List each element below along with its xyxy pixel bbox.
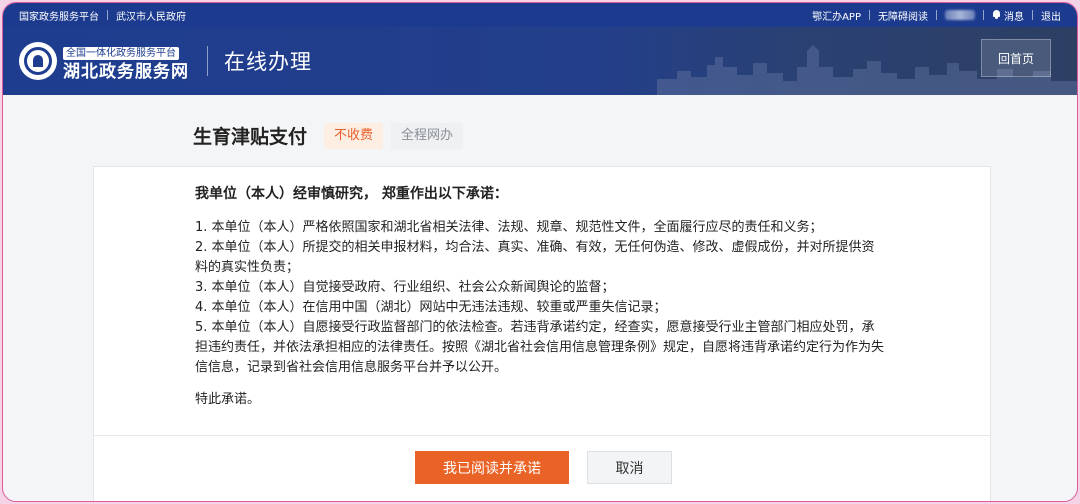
no-fee-badge: 不收费 <box>324 122 384 149</box>
card-divider <box>94 435 990 436</box>
fully-online-badge: 全程网办 <box>391 122 464 149</box>
header-divider <box>207 46 208 76</box>
messages-link[interactable]: 消息 <box>992 8 1024 23</box>
main-content: 生育津贴支付 不收费 全程网办 我单位（本人）经审慎研究， 郑重作出以下承诺： … <box>3 95 1077 501</box>
divider <box>1032 10 1033 20</box>
pledge-item: 1. 本单位（本人）严格依照国家和湖北省相关法律、法规、规章、规范性文件，全面履… <box>195 220 823 235</box>
pledge-item: 3. 本单位（本人）自觉接受政府、行业组织、社会公众新闻舆论的监督； <box>195 280 615 295</box>
pledge-item: 2. 本单位（本人）所提交的相关申报材料，均合法、真实、准确、有效，无任何伪造、… <box>195 240 875 275</box>
page-title: 生育津贴支付 <box>193 126 308 148</box>
divider <box>936 10 937 20</box>
cancel-button[interactable]: 取消 <box>587 451 672 484</box>
section-title: 在线办理 <box>224 50 312 74</box>
pledge-item: 4. 本单位（本人）在信用中国（湖北）网站中无违法违规、较重或严重失信记录； <box>195 300 667 315</box>
divider <box>983 10 984 20</box>
browser-frame: 国家政务服务平台 武汉市人民政府 鄂汇办APP 无障碍阅读 消息 退出 全国一体… <box>2 2 1078 502</box>
home-button[interactable]: 回首页 <box>981 39 1051 77</box>
site-header: 全国一体化政务服务平台 湖北政务服务网 在线办理 回首页 <box>3 27 1077 95</box>
pledge-body: 我单位（本人）经审慎研究， 郑重作出以下承诺： 1. 本单位（本人）严格依照国家… <box>94 167 990 407</box>
pledge-closing: 特此承诺。 <box>195 392 261 407</box>
hubei-gov-logo[interactable] <box>19 42 57 80</box>
agree-button[interactable]: 我已阅读并承诺 <box>415 451 569 484</box>
pledge-card: 我单位（本人）经审慎研究， 郑重作出以下承诺： 1. 本单位（本人）严格依照国家… <box>93 166 991 501</box>
pledge-heading: 我单位（本人）经审慎研究， 郑重作出以下承诺： <box>195 186 508 202</box>
service-title-row: 生育津贴支付 不收费 全程网办 <box>193 122 471 149</box>
platform-tag: 全国一体化政务服务平台 <box>63 46 179 60</box>
site-name: 湖北政务服务网 <box>63 61 189 82</box>
top-bar: 国家政务服务平台 武汉市人民政府 鄂汇办APP 无障碍阅读 消息 退出 <box>3 3 1077 27</box>
divider <box>107 10 108 20</box>
user-name-redacted[interactable] <box>945 10 975 20</box>
brand[interactable]: 全国一体化政务服务平台 湖北政务服务网 <box>63 41 189 82</box>
ehuiban-app-link[interactable]: 鄂汇办APP <box>812 8 861 23</box>
divider <box>869 10 870 20</box>
action-bar: 我已阅读并承诺 取消 <box>94 451 990 484</box>
messages-label: 消息 <box>1004 11 1024 23</box>
national-platform-link[interactable]: 国家政务服务平台 <box>19 8 99 23</box>
logout-link[interactable]: 退出 <box>1041 8 1061 23</box>
pledge-item: 5. 本单位（本人）自愿接受行政监督部门的依法检查。若违背承诺约定，经查实，愿意… <box>195 320 885 375</box>
bell-icon <box>992 9 1001 20</box>
accessibility-link[interactable]: 无障碍阅读 <box>878 8 928 23</box>
wuhan-gov-link[interactable]: 武汉市人民政府 <box>116 8 186 23</box>
